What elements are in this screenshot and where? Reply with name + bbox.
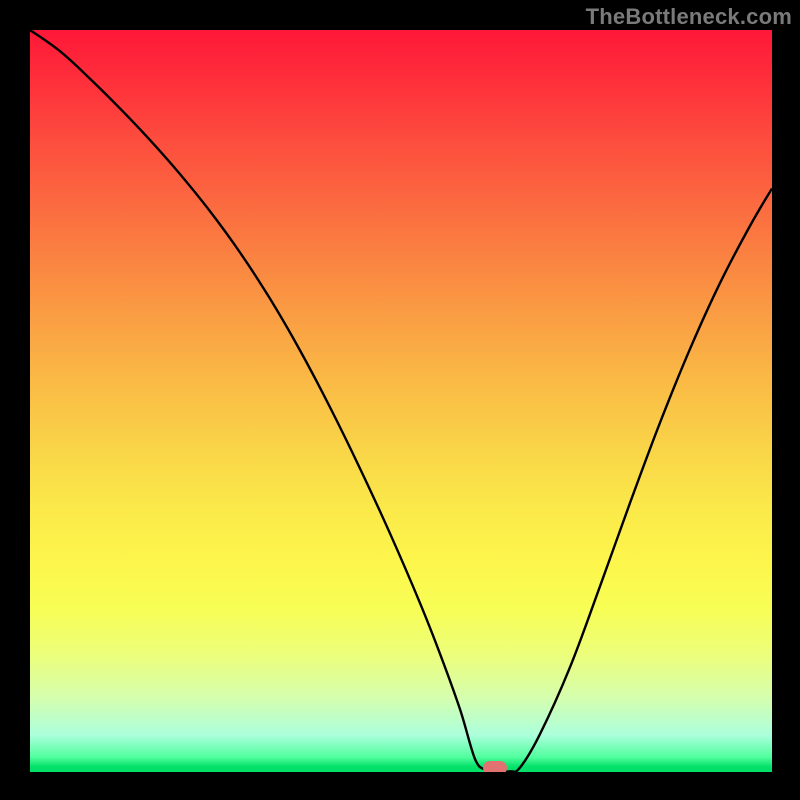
plot-area xyxy=(30,30,772,772)
watermark-text: TheBottleneck.com xyxy=(586,4,792,30)
bottleneck-curve xyxy=(30,30,772,772)
chart-container: TheBottleneck.com xyxy=(0,0,800,800)
optimum-marker xyxy=(483,761,507,772)
curve-path xyxy=(30,30,772,772)
